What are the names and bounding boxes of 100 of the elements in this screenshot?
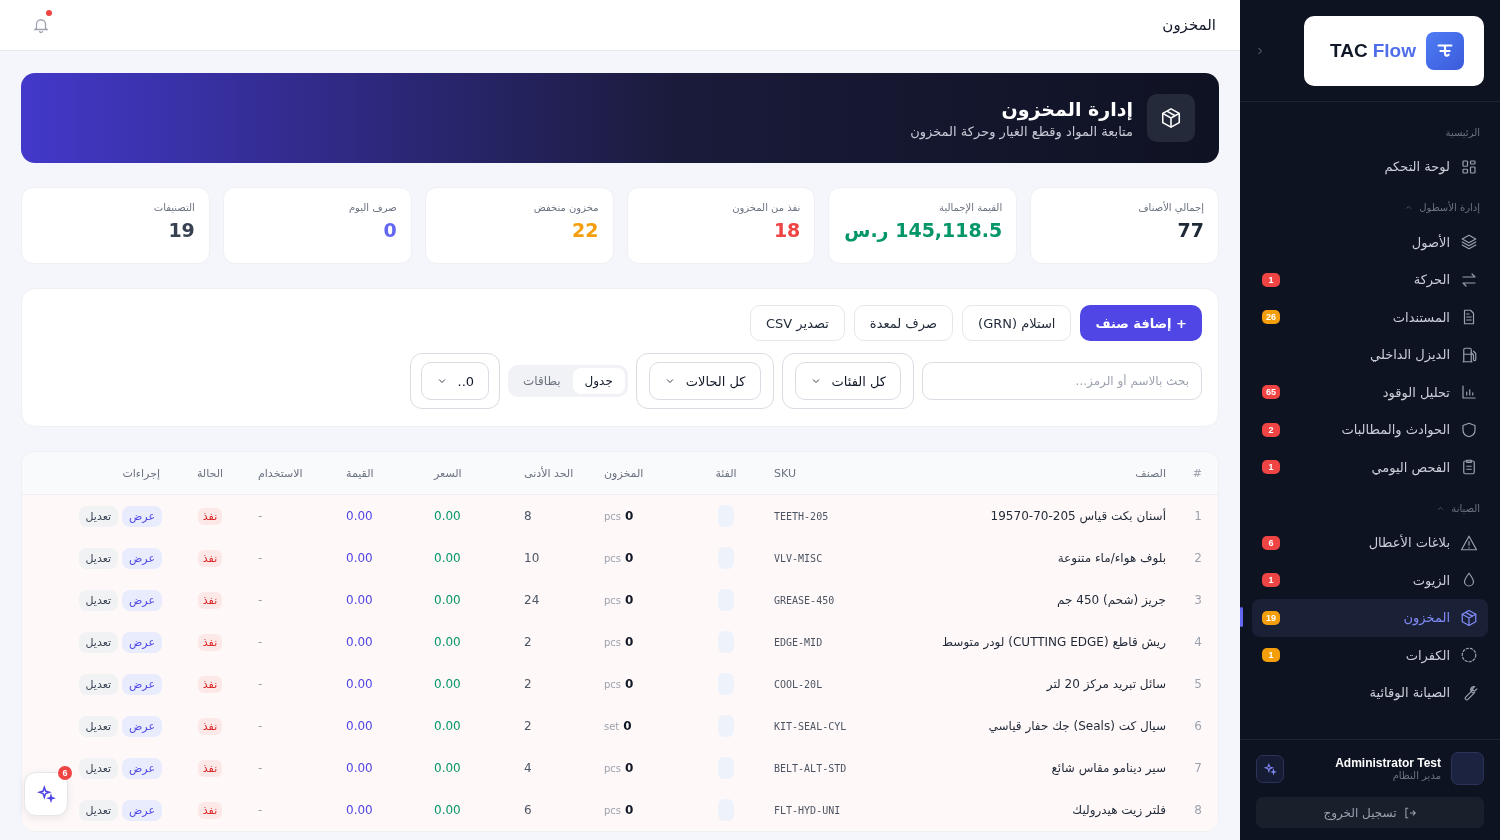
row-number: 7 [1194, 761, 1202, 775]
stock-quantity: 0 [624, 761, 634, 775]
item-name: جريز (شحم) 450 جم [1057, 593, 1166, 607]
bar-chart-icon [1460, 383, 1478, 402]
row-action-button[interactable]: عرض [122, 799, 162, 821]
count-badge: 26 [1262, 310, 1280, 325]
stock-unit: pcs [604, 679, 622, 690]
row-action-button[interactable]: تعديل [78, 547, 119, 569]
minimum-value: 24 [524, 593, 540, 607]
row-action-button[interactable]: تعديل [78, 631, 119, 653]
row-action-button[interactable]: عرض [122, 631, 162, 653]
status-badge: نفذ [197, 591, 223, 609]
stock-unit: pcs [604, 511, 622, 522]
layers-icon [1460, 233, 1478, 252]
stock-unit: pcs [604, 553, 622, 564]
stat-value: 145,118.5 ر.س [844, 219, 1003, 241]
sku-code: BELT-ALT-STD [774, 763, 847, 774]
stock-unit: pcs [604, 595, 622, 606]
total-value: 0.00 [346, 719, 373, 733]
active-indicator [1240, 607, 1243, 627]
minimum-value: 4 [524, 761, 532, 775]
row-number: 6 [1194, 719, 1202, 733]
sku-code: EDGE-MID [774, 637, 823, 648]
row-action-button[interactable]: تعديل [78, 757, 119, 779]
price-value: 0.00 [434, 593, 461, 607]
total-value: 0.00 [346, 677, 373, 691]
price-value: 0.00 [434, 509, 461, 523]
minimum-value: 2 [524, 677, 532, 691]
notification-bell-icon[interactable] [32, 16, 50, 34]
sparkle-button[interactable] [1256, 754, 1284, 783]
row-action-button[interactable]: عرض [122, 715, 162, 737]
status-badge: نفذ [197, 801, 223, 819]
assistant-button[interactable] [24, 772, 68, 816]
status-dropdown[interactable]: كل الحالات [648, 362, 761, 400]
view-tab[interactable]: بطاقات [511, 368, 573, 394]
stat-value: 19 [168, 219, 195, 241]
row-action-button[interactable]: عرض [122, 505, 162, 527]
column-header: الاستخدام [258, 466, 303, 480]
total-value: 0.00 [346, 509, 373, 523]
row-number: 3 [1194, 593, 1202, 607]
row-action-button[interactable]: تعديل [78, 799, 119, 821]
price-value: 0.00 [434, 551, 461, 565]
nav-item[interactable]: الديزل الداخلي [1252, 336, 1488, 374]
view-tab[interactable]: جدول [572, 368, 625, 394]
stock-unit: set [604, 721, 620, 732]
item-name: ريش قاطع (CUTTING EDGE) لودر متوسط [941, 635, 1166, 649]
nav-item[interactable]: الصيانة الوقائية [1252, 674, 1488, 712]
item-name: سائل تبريد مركز 20 لتر [1046, 677, 1166, 691]
category-dropdown[interactable]: كل الفئات [794, 362, 901, 400]
row-action-button[interactable]: تعديل [78, 673, 119, 695]
stock-quantity: 0 [624, 677, 634, 691]
row-action-button[interactable]: عرض [122, 673, 162, 695]
minimum-value: 2 [524, 719, 532, 733]
status-badge: نفذ [197, 759, 223, 777]
page-title: المخزون [1162, 16, 1216, 34]
stock-quantity: 0 [624, 593, 634, 607]
action-button[interactable]: استلام (GRN) [962, 305, 1072, 341]
stat-label: إجمالي الأصناف [1138, 202, 1204, 213]
row-action-button[interactable]: تعديل [78, 505, 119, 527]
caret-up-icon[interactable] [1404, 203, 1414, 212]
stat-value: 0 [383, 219, 397, 241]
clipboard-icon [1460, 458, 1478, 477]
row-action-button[interactable]: عرض [122, 589, 162, 611]
usage-value: - [258, 719, 263, 733]
usage-value: - [258, 803, 263, 817]
price-value: 0.00 [434, 677, 461, 691]
logo-icon [1426, 31, 1464, 70]
sku-code: VLV-MISC [774, 553, 823, 564]
stock-quantity: 0 [624, 803, 634, 817]
action-button[interactable]: تصدير CSV [749, 305, 845, 341]
row-action-button[interactable]: تعديل [78, 715, 119, 737]
nav-item[interactable]: لوحة التحكم [1252, 148, 1488, 186]
total-value: 0.00 [346, 761, 373, 775]
usage-value: - [258, 551, 263, 565]
column-header: الفئة [715, 466, 737, 480]
logo-text: TAC [1330, 39, 1368, 62]
status-badge: نفذ [197, 549, 223, 567]
action-button[interactable]: صرف لمعدة [853, 305, 954, 341]
stock-unit: pcs [604, 805, 622, 816]
stock-unit: pcs [604, 763, 622, 774]
row-action-button[interactable]: تعديل [78, 589, 119, 611]
column-header: الصنف [1135, 466, 1166, 480]
count-badge: 65 [1262, 385, 1280, 400]
page-size-dropdown[interactable]: 0.. [420, 362, 490, 400]
stock-quantity: 0 [624, 635, 634, 649]
sku-code: COOL-20L [774, 679, 823, 690]
logout-button[interactable]: تسجيل الخروج [1256, 797, 1484, 828]
row-action-button[interactable]: عرض [122, 757, 162, 779]
nav-item[interactable]: الأصول [1252, 223, 1488, 261]
minimum-value: 10 [524, 551, 540, 565]
sku-code: FLT-HYD-UNI [774, 805, 841, 816]
count-badge: 6 [1262, 535, 1280, 550]
action-button[interactable]: + إضافة صنف [1080, 305, 1202, 341]
stock-quantity: 0 [624, 509, 634, 523]
row-action-button[interactable]: عرض [122, 547, 162, 569]
price-value: 0.00 [434, 635, 461, 649]
shield-icon [1460, 420, 1478, 439]
column-header: الحالة [196, 466, 224, 480]
total-value: 0.00 [346, 803, 373, 817]
status-badge: نفذ [197, 675, 223, 693]
